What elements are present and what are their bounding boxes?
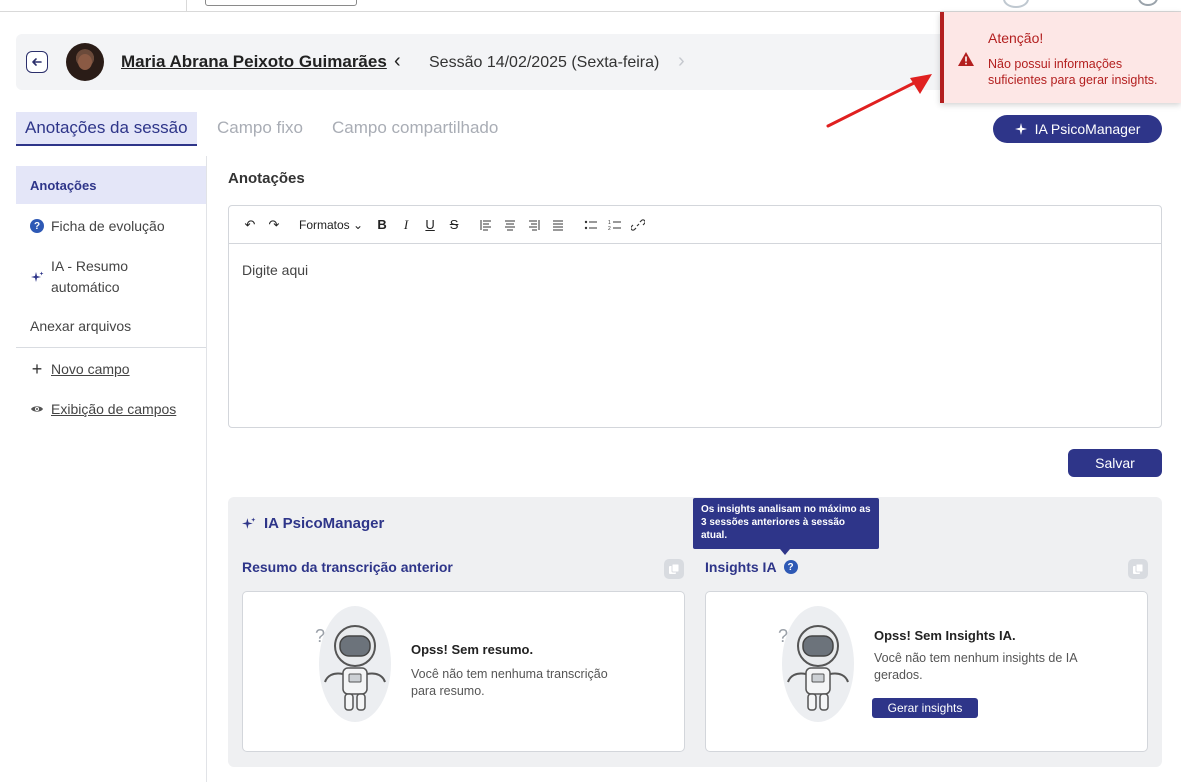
undo-icon[interactable]: ↶ — [241, 215, 259, 235]
tab-campo-compartilhado[interactable]: Campo compartilhado — [332, 112, 498, 144]
svg-text:?: ? — [778, 626, 788, 646]
summary-card: ? Opss! Sem resumo. Você não tem nenhuma… — [242, 591, 685, 752]
warning-toast: Atenção! Não possui informações suficien… — [940, 12, 1181, 103]
strikethrough-icon[interactable]: S — [445, 215, 463, 235]
red-arrow-annotation — [826, 74, 932, 128]
help-icon: ? — [30, 219, 44, 233]
header-divider — [186, 0, 187, 12]
formats-dropdown-label: Formatos — [299, 217, 350, 232]
eye-icon — [30, 404, 44, 414]
italic-icon[interactable]: I — [397, 215, 415, 235]
notes-placeholder: Digite aqui — [242, 262, 309, 278]
align-justify-icon[interactable] — [549, 215, 567, 235]
ia-panel-title: IA PsicoManager — [242, 515, 384, 532]
ia-panel-title-text: IA PsicoManager — [264, 515, 385, 532]
insights-title-text: Insights IA — [705, 559, 777, 575]
sidebar-item-anotacoes[interactable]: Anotações — [16, 166, 206, 204]
editor-toolbar: ↶ ↷ Formatos ⌄ B I U S 12 — [229, 206, 1161, 244]
sidebar-divider — [206, 156, 207, 782]
chevron-down-icon: ⌄ — [353, 217, 364, 232]
sparkle-icon — [242, 517, 256, 529]
copy-insights-icon[interactable] — [1128, 559, 1148, 579]
sidebar-item-label: Ficha de evolução — [51, 218, 165, 234]
toast-message: Não possui informações suficientes para … — [988, 57, 1158, 87]
summary-empty-title: Opss! Sem resumo. — [411, 642, 534, 657]
patient-avatar — [66, 43, 104, 81]
notes-editor: ↶ ↷ Formatos ⌄ B I U S 12 Digite aqui — [228, 205, 1162, 428]
insights-empty-title: Opss! Sem Insights IA. — [874, 628, 1016, 643]
link-icon[interactable] — [629, 215, 647, 235]
sidebar-item-label: Anotações — [30, 177, 97, 193]
sidebar-item-label: Exibição de campos — [51, 401, 177, 417]
sparkle-icon — [30, 271, 44, 284]
redo-icon[interactable]: ↷ — [265, 215, 283, 235]
sidebar-item-label: Anexar arquivos — [30, 318, 132, 334]
underline-icon[interactable]: U — [421, 215, 439, 235]
align-right-icon[interactable] — [525, 215, 543, 235]
insights-empty-text: Você não tem nenhum insights de IA gerad… — [874, 651, 1077, 682]
sidebar-item-label: Novo campo — [51, 361, 130, 377]
next-session-chevron-icon[interactable]: › — [678, 50, 685, 73]
notes-textarea[interactable]: Digite aqui — [229, 244, 1161, 296]
top-header-edge — [0, 0, 1181, 12]
tab-campo-fixo[interactable]: Campo fixo — [217, 112, 303, 144]
summary-title-text: Resumo da transcrição anterior — [242, 559, 453, 575]
user-menu-icon[interactable] — [1138, 0, 1158, 6]
sidebar-item-exibicao-de-campos[interactable]: Exibição de campos — [16, 399, 206, 419]
sidebar-item-ficha-de-evolucao[interactable]: ? Ficha de evolução — [16, 216, 206, 236]
svg-text:?: ? — [315, 626, 325, 646]
patient-name-link[interactable]: Maria Abrana Peixoto Guimarães — [121, 52, 387, 72]
arrow-left-icon — [32, 58, 42, 66]
sparkle-icon — [1014, 123, 1027, 135]
save-button[interactable]: Salvar — [1068, 449, 1162, 477]
back-button[interactable] — [26, 51, 48, 73]
insights-title: Insights IA ? — [705, 559, 798, 575]
warning-icon — [958, 52, 974, 66]
copy-summary-icon[interactable] — [664, 559, 684, 579]
bold-icon[interactable]: B — [373, 215, 391, 235]
plus-icon: + — [31, 358, 43, 379]
previous-session-chevron-icon[interactable]: ‹ — [394, 50, 401, 73]
help-icon[interactable]: ? — [783, 560, 798, 574]
summary-empty-text: Você não tem nenhuma transcrição para re… — [411, 667, 608, 698]
generate-insights-button[interactable]: Gerar insights — [872, 698, 978, 718]
astronaut-illustration: ? — [778, 606, 854, 722]
section-title: Anotações — [228, 170, 305, 187]
insights-card: ? Opss! Sem Insights IA. Você não tem ne… — [705, 591, 1148, 752]
sidebar-item-novo-campo[interactable]: + Novo campo — [16, 359, 206, 379]
align-center-icon[interactable] — [501, 215, 519, 235]
header-search-field[interactable] — [205, 0, 357, 6]
summary-title: Resumo da transcrição anterior — [242, 559, 453, 575]
sidebar-item-ia-resumo[interactable]: IA - Resumo automático — [16, 256, 206, 298]
ia-psicomanager-button-label: IA PsicoManager — [1034, 121, 1141, 137]
header-status-icon[interactable] — [1003, 0, 1029, 8]
insights-tooltip: Os insights analisam no máximo as 3 sess… — [693, 498, 879, 555]
bullet-list-icon[interactable] — [581, 215, 599, 235]
ia-psicomanager-button[interactable]: IA PsicoManager — [993, 115, 1162, 143]
formats-dropdown[interactable]: Formatos ⌄ — [299, 215, 363, 235]
svg-text:2: 2 — [608, 226, 611, 231]
numbered-list-icon[interactable]: 12 — [605, 215, 623, 235]
tab-anotacoes-da-sessao[interactable]: Anotações da sessão — [16, 112, 197, 146]
align-left-icon[interactable] — [477, 215, 495, 235]
astronaut-illustration: ? — [315, 606, 391, 722]
sidebar-separator — [16, 347, 206, 348]
session-date-label: Sessão 14/02/2025 (Sexta-feira) — [429, 54, 660, 71]
sidebar-item-label: IA - Resumo automático — [51, 258, 129, 295]
sidebar-item-anexar-arquivos[interactable]: Anexar arquivos — [16, 316, 206, 336]
toast-title: Atenção! — [988, 30, 1044, 46]
